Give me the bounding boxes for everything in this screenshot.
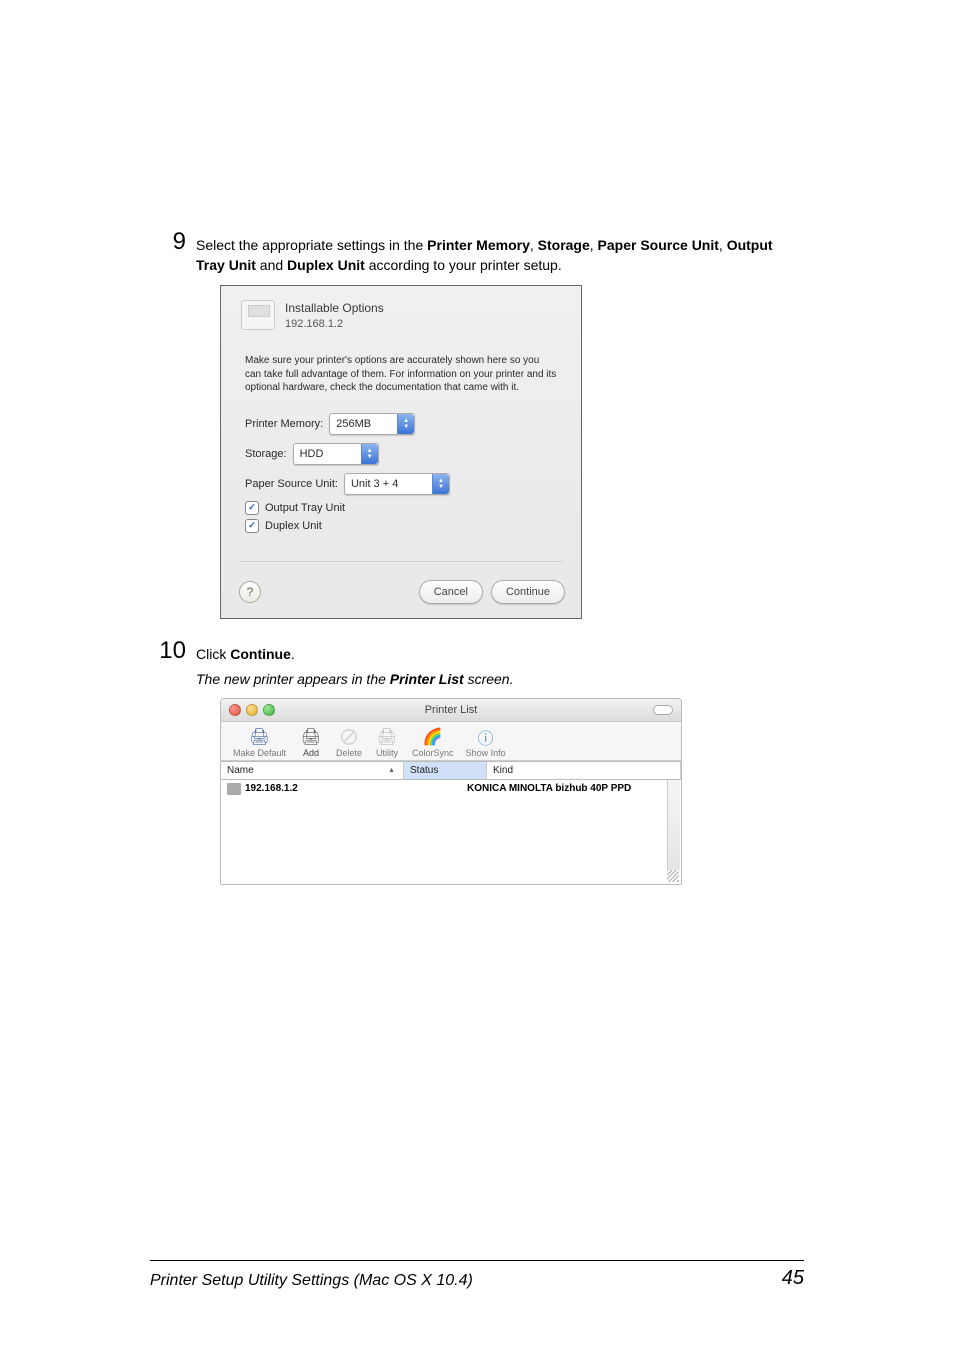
printer-list-window: Printer List 🖨 Make Default 🖨 Add Delete… [220,698,682,885]
duplex-unit-label: Duplex Unit [265,520,322,532]
cancel-button[interactable]: Cancel [419,580,483,604]
sort-asc-icon: ▲ [388,767,395,774]
t: Paper Source Unit [598,237,719,253]
close-window-icon[interactable] [229,704,241,716]
t: Printer List [390,671,464,687]
printer-icon: 🖨 [247,726,273,748]
step-number-9: 9 [150,230,186,254]
page-number: 45 [782,1267,804,1290]
t: Duplex Unit [287,257,365,273]
step10-text: Click Continue. The new printer appears … [196,645,804,690]
step9-text: Select the appropriate settings in the P… [196,236,804,275]
printer-icon [241,300,275,330]
paper-source-unit-value: Unit 3 + 4 [351,478,398,490]
tool-label: Show Info [466,748,506,758]
printer-kind: KONICA MINOLTA bizhub 40P PPD [467,783,675,795]
dialog-title: Installable Options [285,301,384,315]
printer-memory-value: 256MB [336,418,371,430]
printer-status [397,783,467,795]
paper-source-unit-select[interactable]: Unit 3 + 4 ▲▼ [344,473,450,495]
output-tray-unit-label: Output Tray Unit [265,502,345,514]
tool-label: ColorSync [412,748,454,758]
delete-button[interactable]: Delete [332,726,366,758]
t: , [719,237,727,253]
t: according to your printer setup. [365,257,562,273]
dialog-ip: 192.168.1.2 [285,318,384,330]
add-button[interactable]: 🖨 Add [294,726,328,758]
t: Printer Memory [427,237,530,253]
t: screen. [464,671,514,687]
column-header-name[interactable]: Name ▲ [221,762,404,779]
printer-name: 192.168.1.2 [245,783,298,794]
chevron-updown-icon: ▲▼ [361,444,378,464]
storage-select[interactable]: HDD ▲▼ [293,443,379,465]
footer-title: Printer Setup Utility Settings (Mac OS X… [150,1272,473,1290]
t: . [291,646,295,662]
paper-source-unit-label: Paper Source Unit: [245,478,338,490]
t: , [530,237,538,253]
installable-options-dialog: Installable Options 192.168.1.2 Make sur… [220,285,582,619]
make-default-button[interactable]: 🖨 Make Default [229,726,290,758]
storage-value: HDD [300,448,324,460]
t: The new printer appears in the [196,671,390,687]
show-info-button[interactable]: ⓘ Show Info [462,726,510,758]
tool-label: Add [303,748,319,758]
tool-label: Utility [376,748,398,758]
t: and [256,257,287,273]
utility-icon: 🖨 [374,726,400,748]
resize-handle-icon[interactable] [667,870,679,882]
printer-row[interactable]: 192.168.1.2 KONICA MINOLTA bizhub 40P PP… [221,780,681,798]
t: Continue [230,646,291,662]
column-header-status[interactable]: Status [404,762,487,779]
colorsync-icon: 🌈 [420,726,446,748]
prohibit-icon [336,726,362,748]
add-printer-icon: 🖨 [298,726,324,748]
chevron-updown-icon: ▲▼ [432,474,449,494]
column-header-kind[interactable]: Kind [487,762,681,779]
toolbar-toggle-icon[interactable] [653,705,673,715]
info-icon: ⓘ [473,726,499,748]
printer-icon [227,783,241,795]
tool-label: Make Default [233,748,286,758]
duplex-unit-checkbox[interactable]: ✓ [245,519,259,533]
storage-label: Storage: [245,448,287,460]
output-tray-unit-checkbox[interactable]: ✓ [245,501,259,515]
th-label: Name [227,765,254,776]
window-title: Printer List [221,704,681,716]
help-button[interactable]: ? [239,581,261,603]
tool-label: Delete [336,748,362,758]
dialog-instructions: Make sure your printer's options are acc… [221,354,581,395]
t: Click [196,646,230,662]
printer-memory-select[interactable]: 256MB ▲▼ [329,413,415,435]
zoom-window-icon[interactable] [263,704,275,716]
continue-button[interactable]: Continue [491,580,565,604]
step-number-10: 10 [150,639,186,663]
printer-memory-label: Printer Memory: [245,418,323,430]
chevron-updown-icon: ▲▼ [397,414,414,434]
t: , [590,237,598,253]
t: Storage [538,237,590,253]
colorsync-button[interactable]: 🌈 ColorSync [408,726,458,758]
utility-button[interactable]: 🖨 Utility [370,726,404,758]
t: Select the appropriate settings in the [196,237,427,253]
minimize-window-icon[interactable] [246,704,258,716]
